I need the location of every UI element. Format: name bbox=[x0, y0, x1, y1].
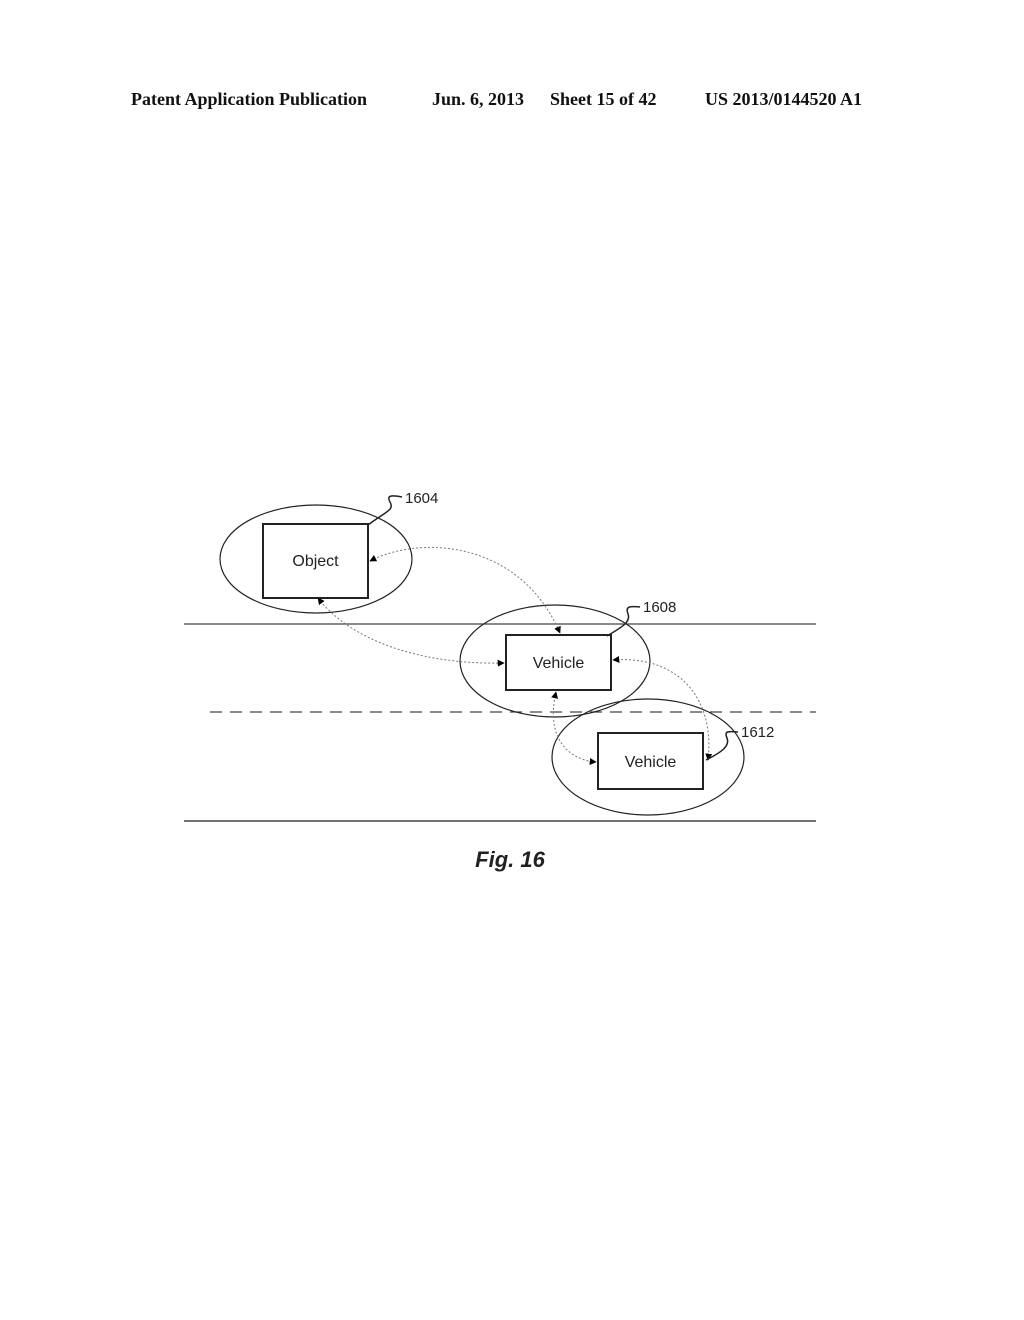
ref-numeral-1608: 1608 bbox=[643, 599, 676, 616]
node-label-1608: Vehicle bbox=[533, 655, 585, 672]
link-arrow-vehicle-vehicle-left bbox=[551, 691, 597, 766]
node-label-1604: Object bbox=[292, 553, 339, 570]
ref-leader-1612 bbox=[705, 730, 739, 761]
ref-numeral-1604: 1604 bbox=[405, 490, 438, 507]
node-label-1612: Vehicle bbox=[625, 754, 677, 771]
figure-caption: Fig. 16 bbox=[475, 847, 545, 872]
link-arrow-object-vehicle-top bbox=[369, 547, 561, 634]
ref-numeral-1612: 1612 bbox=[741, 724, 774, 741]
ref-leader-1604 bbox=[367, 495, 403, 526]
figure-16-diagram: Object Vehicle Vehicle 1604 1608 1612 Fi… bbox=[184, 490, 816, 872]
